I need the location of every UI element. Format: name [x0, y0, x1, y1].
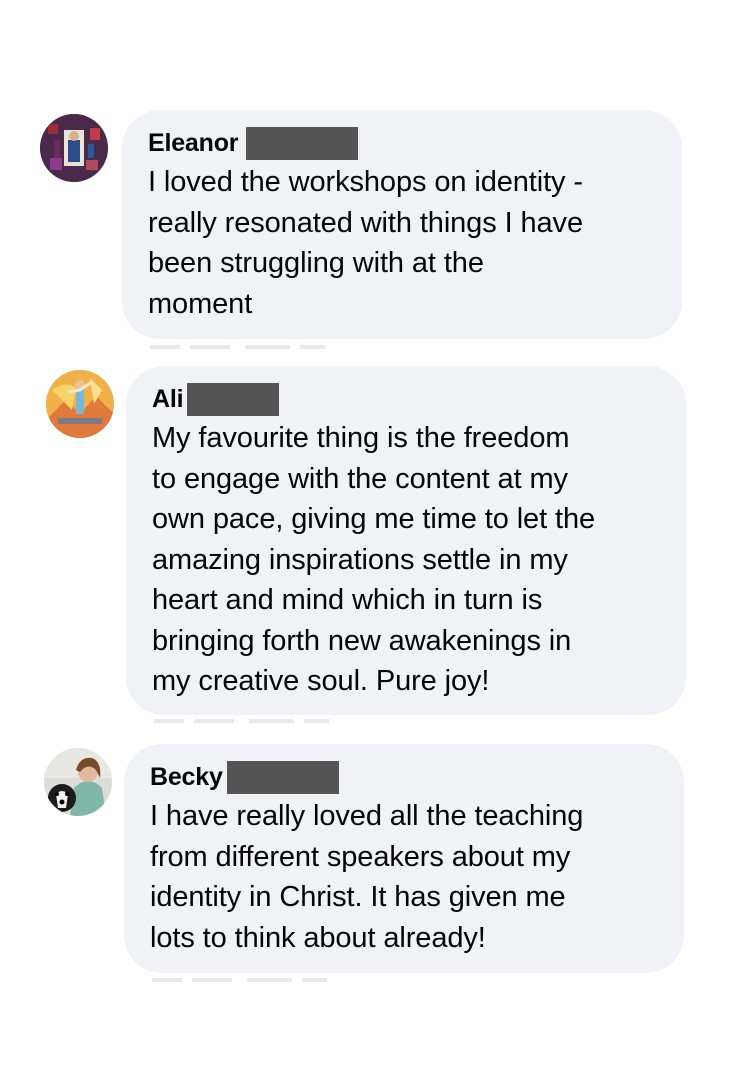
comment-line: really resonated with things I have	[148, 206, 583, 239]
comment-line: moment	[148, 287, 253, 320]
comment-line: been struggling with at the	[148, 247, 484, 279]
comment-line: amazing inspirations settle in my	[152, 543, 568, 576]
comment-line: to engage with the content at my	[152, 462, 568, 495]
author-row: Ali	[152, 382, 662, 416]
comment-text: My favourite thing is the freedom to eng…	[152, 418, 662, 702]
author-name[interactable]: Ali	[152, 382, 184, 416]
avatar-becky[interactable]	[44, 748, 112, 816]
avatar-eleanor[interactable]	[40, 114, 108, 182]
redacted-surname	[187, 382, 280, 416]
comment-bubble: Ali My favourite thing is the freedom to…	[126, 366, 686, 715]
avatar-ali[interactable]	[46, 370, 114, 438]
comment-line: My favourite thing is the freedom	[152, 422, 570, 454]
comment-line: own pace, giving me time to let the	[152, 503, 596, 535]
comment-bubble: Becky I have really loved all the teachi…	[124, 744, 684, 973]
cropped-action-row	[154, 719, 334, 723]
author-row: Eleanor	[148, 126, 658, 160]
author-name[interactable]: Becky	[150, 760, 223, 794]
author-name[interactable]: Eleanor	[148, 126, 239, 160]
redacted-surname	[226, 760, 339, 794]
comment-text: I have really loved all the teaching fro…	[150, 796, 660, 958]
redacted-surname	[246, 126, 359, 160]
comment-line: I loved the workshops on identity -	[148, 166, 583, 198]
comment-line: I have really loved all the teaching	[150, 800, 584, 832]
comment-text: I loved the workshops on identity - real…	[148, 162, 658, 324]
comment-line: lots to think about already!	[150, 921, 486, 954]
cropped-action-row	[152, 978, 332, 982]
comment-line: heart and mind which in turn is	[152, 584, 543, 616]
author-row: Becky	[150, 760, 660, 794]
comment-bubble: Eleanor I loved the workshops on identit…	[122, 110, 682, 339]
comment-line: identity in Christ. It has given me	[150, 881, 566, 913]
comment-line: from different speakers about my	[150, 840, 571, 873]
comment-line: my creative soul. Pure joy!	[152, 665, 490, 697]
comment-line: bringing forth new awakenings in	[152, 624, 572, 657]
cropped-action-row	[150, 345, 330, 349]
